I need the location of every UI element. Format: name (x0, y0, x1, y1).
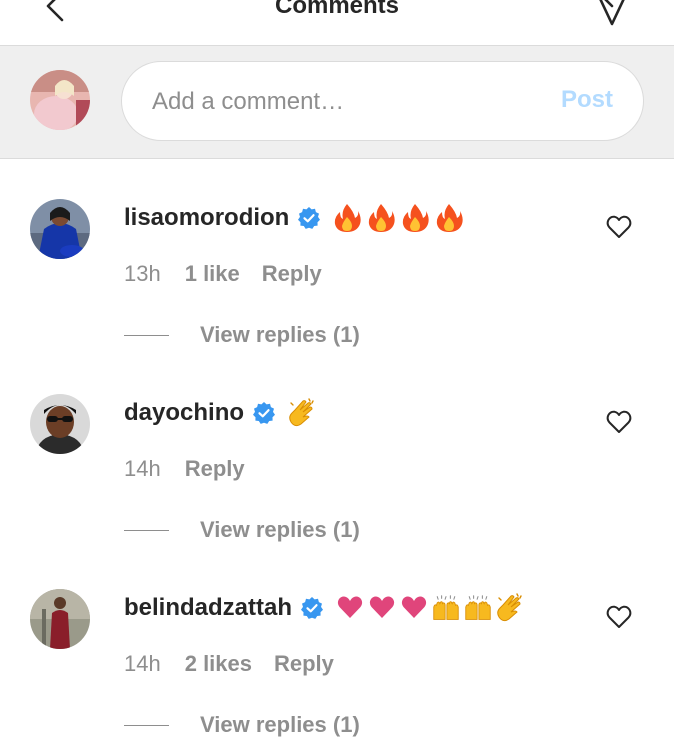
like-heart-icon[interactable] (606, 215, 632, 239)
commenter-avatar[interactable] (30, 589, 90, 649)
comment-timestamp: 14h (124, 651, 161, 676)
commenter-username[interactable]: lisaomorodion (124, 204, 289, 232)
commenter-avatar[interactable] (30, 394, 90, 454)
comment-item: belindadzattah 14h 2 likes Reply View re… (0, 589, 674, 755)
top-bar: Comments (0, 0, 674, 46)
fire-emoji-icon (437, 204, 464, 232)
replies-divider (124, 724, 169, 726)
page-title: Comments (274, 0, 400, 19)
verified-badge-icon (253, 402, 276, 424)
comment-emojis (336, 593, 524, 623)
comment-input[interactable] (152, 84, 532, 120)
fire-emoji-icon (335, 204, 362, 232)
comment-emojis (333, 203, 464, 233)
replies-divider (124, 529, 169, 531)
post-button[interactable]: Post (561, 86, 613, 114)
comment-item: dayochino 14h Reply View replies (1) (0, 394, 674, 584)
comment-input-wrapper: Post (121, 61, 644, 141)
comment-meta: 14h 2 likes Reply (124, 651, 334, 677)
reply-button[interactable]: Reply (274, 651, 334, 677)
raising-hands-emoji-icon (465, 595, 491, 620)
view-replies-button[interactable]: View replies (1) (124, 322, 360, 348)
view-replies-button[interactable]: View replies (1) (124, 517, 360, 543)
direct-message-icon[interactable] (592, 0, 632, 26)
comment-meta: 13h 1 like Reply (124, 261, 322, 287)
view-replies-button[interactable]: View replies (1) (124, 712, 360, 738)
comment-header: belindadzattah (124, 591, 524, 625)
replies-divider (124, 334, 169, 336)
reply-button[interactable]: Reply (262, 261, 322, 287)
view-replies-label: View replies (1) (200, 517, 360, 542)
heart-emoji-icon (337, 596, 363, 618)
comment-timestamp: 14h (124, 456, 161, 481)
commenter-username[interactable]: dayochino (124, 399, 244, 427)
verified-badge-icon (301, 597, 324, 619)
comment-like-count[interactable]: 2 likes (185, 651, 252, 677)
comment-item: lisaomorodion 13h 1 like Reply View repl… (0, 199, 674, 389)
verified-badge-icon (298, 207, 321, 229)
like-heart-icon[interactable] (606, 605, 632, 629)
comment-emojis (288, 398, 316, 428)
view-replies-label: View replies (1) (200, 322, 360, 347)
clapping-hands-emoji-icon (289, 398, 314, 427)
comment-meta: 14h Reply (124, 456, 245, 482)
like-heart-icon[interactable] (606, 410, 632, 434)
clapping-hands-emoji-icon (497, 593, 522, 622)
comment-header: dayochino (124, 396, 316, 430)
raising-hands-emoji-icon (433, 595, 459, 620)
fire-emoji-icon (369, 204, 396, 232)
commenter-avatar[interactable] (30, 199, 90, 259)
comment-header: lisaomorodion (124, 201, 464, 235)
heart-emoji-icon (369, 596, 395, 618)
heart-emoji-icon (401, 596, 427, 618)
reply-button[interactable]: Reply (185, 456, 245, 482)
fire-emoji-icon (403, 204, 430, 232)
current-user-avatar (30, 70, 90, 130)
comment-composer: Post (0, 46, 674, 159)
view-replies-label: View replies (1) (200, 712, 360, 737)
comment-timestamp: 13h (124, 261, 161, 286)
commenter-username[interactable]: belindadzattah (124, 594, 292, 622)
comment-like-count[interactable]: 1 like (185, 261, 240, 287)
